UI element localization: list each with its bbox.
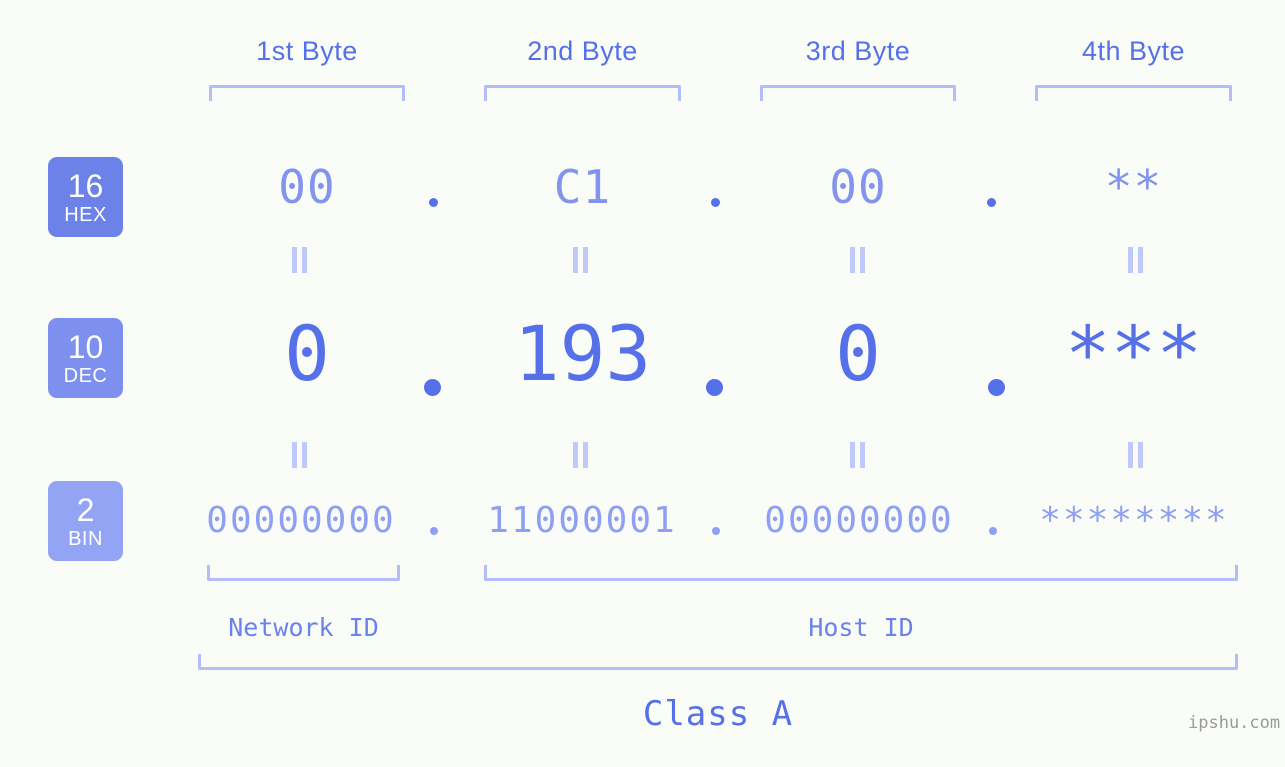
hex-separator-2 (711, 198, 720, 207)
equals-sign-dec-bin-4 (1127, 442, 1144, 468)
bin-separator-1 (430, 527, 438, 535)
ip-address-breakdown-diagram: 1st Byte 2nd Byte 3rd Byte 4th Byte 16 H… (0, 0, 1285, 767)
bin-byte-4: ******** (1039, 500, 1229, 541)
dec-separator-3 (988, 379, 1005, 396)
bin-byte-2: 11000001 (487, 500, 677, 541)
network-id-label: Network ID (228, 613, 379, 642)
hex-byte-1: 00 (278, 160, 336, 214)
base-badge-dec-number: 10 (67, 328, 104, 365)
base-badge-bin-label: BIN (68, 527, 103, 550)
watermark: ipshu.com (1188, 713, 1281, 733)
base-badge-hex-number: 16 (67, 167, 104, 204)
hex-separator-1 (429, 198, 438, 207)
base-badge-dec: 10 DEC (48, 318, 123, 398)
equals-sign-hex-dec-3 (849, 247, 866, 273)
byte-bracket-1 (209, 85, 405, 101)
equals-sign-hex-dec-2 (572, 247, 589, 273)
hex-separator-3 (987, 198, 996, 207)
base-badge-bin-number: 2 (76, 491, 95, 528)
class-label: Class A (642, 694, 794, 734)
byte-bracket-2 (484, 85, 681, 101)
network-id-bracket (207, 565, 400, 581)
base-badge-dec-label: DEC (63, 364, 108, 387)
byte-header-3: 3rd Byte (805, 36, 911, 66)
dec-byte-4: *** (1064, 309, 1203, 398)
byte-bracket-3 (760, 85, 956, 101)
equals-sign-dec-bin-3 (849, 442, 866, 468)
byte-bracket-4 (1035, 85, 1232, 101)
equals-sign-hex-dec-1 (291, 247, 308, 273)
bin-separator-2 (712, 527, 720, 535)
equals-sign-dec-bin-2 (572, 442, 589, 468)
bin-byte-3: 00000000 (764, 500, 954, 541)
hex-byte-3: 00 (829, 160, 887, 214)
dec-separator-1 (424, 379, 441, 396)
bin-separator-3 (989, 527, 997, 535)
class-bracket (198, 654, 1238, 670)
dec-byte-1: 0 (284, 309, 330, 398)
byte-header-4: 4th Byte (1081, 36, 1186, 66)
host-id-bracket (484, 565, 1238, 581)
equals-sign-dec-bin-1 (291, 442, 308, 468)
base-badge-bin: 2 BIN (48, 481, 123, 561)
bin-byte-1: 00000000 (206, 500, 396, 541)
host-id-label: Host ID (808, 613, 914, 642)
dec-separator-2 (706, 379, 723, 396)
byte-header-2: 2nd Byte (527, 36, 638, 66)
byte-header-1: 1st Byte (256, 36, 358, 66)
base-badge-hex: 16 HEX (48, 157, 123, 237)
hex-byte-4: ** (1104, 160, 1163, 214)
dec-byte-2: 193 (513, 309, 652, 398)
hex-byte-2: C1 (553, 160, 612, 214)
dec-byte-3: 0 (835, 309, 881, 398)
equals-sign-hex-dec-4 (1127, 247, 1144, 273)
base-badge-hex-label: HEX (64, 203, 107, 226)
